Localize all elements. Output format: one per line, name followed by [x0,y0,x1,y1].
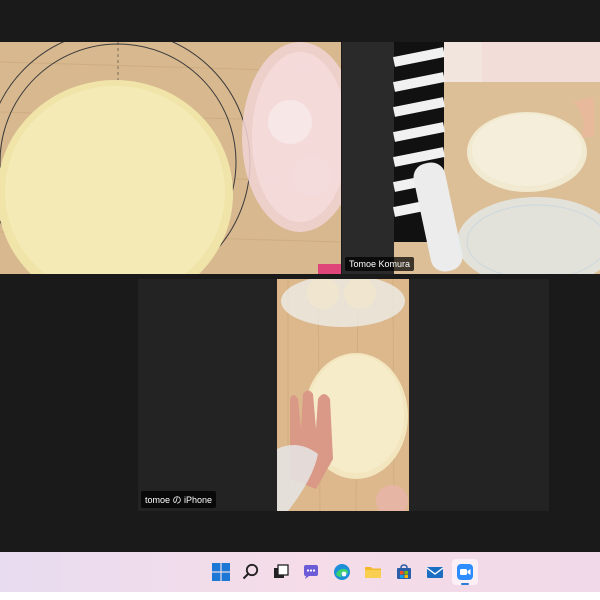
windows-start-icon[interactable] [208,559,234,585]
file-explorer-icon[interactable] [360,559,386,585]
video-tile-participant-1[interactable] [0,42,341,274]
participant-name-label: Tomoe Komura [345,257,415,271]
screen-bottom-edge [0,592,600,600]
video-tile-participant-3[interactable]: tomoe の iPhone [138,279,549,511]
meeting-top-bar [0,0,600,42]
task-view-icon[interactable] [268,559,294,585]
participant-name-label: tomoe の iPhone [141,491,217,508]
windows-taskbar [0,552,600,592]
chat-icon[interactable] [298,559,324,585]
zoom-app-icon[interactable] [452,559,478,585]
mail-icon[interactable] [422,559,448,585]
video-tile-participant-2[interactable]: Tomoe Komura [342,42,600,274]
edge-browser-icon[interactable] [329,559,355,585]
microsoft-store-icon[interactable] [391,559,417,585]
search-icon[interactable] [238,559,264,585]
video-feed-dough-board [0,42,341,274]
video-feed-rolling-dough [342,42,600,274]
video-feed-hand-dough [138,279,549,511]
